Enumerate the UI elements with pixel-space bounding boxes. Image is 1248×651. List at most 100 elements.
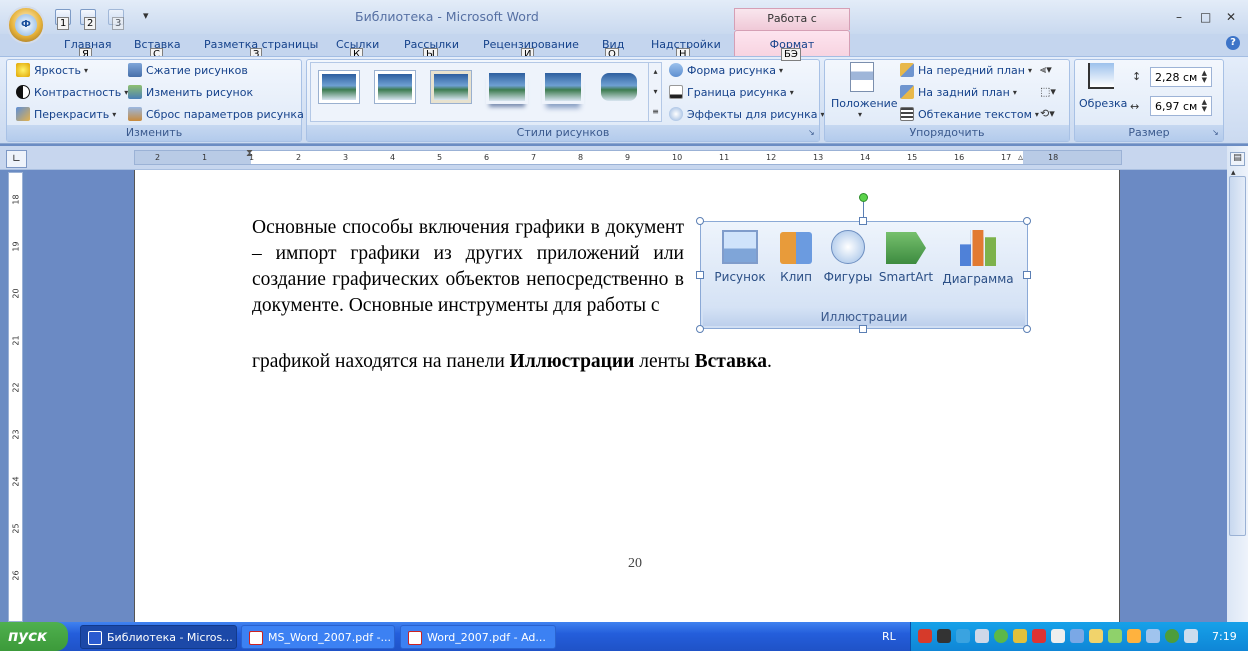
tray-hardware-icon[interactable] <box>1184 629 1198 643</box>
tray-folder-icon[interactable] <box>1089 629 1103 643</box>
minimize-button[interactable]: – <box>1176 10 1182 24</box>
tray-bluetooth-icon[interactable] <box>1146 629 1160 643</box>
picture-shape-button[interactable]: Форма рисунка ▾ <box>669 63 783 77</box>
spinner-arrows-icon[interactable]: ▲ ▼ <box>1202 70 1207 84</box>
chevron-down-icon: ▾ <box>1034 109 1039 119</box>
align-icon[interactable]: ⫷▾ <box>1040 63 1052 77</box>
task-word-active[interactable]: Библиотека - Micros... <box>80 625 237 649</box>
tray-antivirus-icon[interactable] <box>1165 629 1179 643</box>
tray-network-icon[interactable] <box>956 629 970 643</box>
resize-handle-se[interactable] <box>1023 325 1031 333</box>
tray-lock-icon[interactable] <box>1127 629 1141 643</box>
text-wrap-label: Обтекание текстом <box>918 107 1032 121</box>
chevron-down-icon: ▾ <box>778 65 783 75</box>
vertical-scrollbar[interactable]: ▤ ▴ <box>1227 146 1248 622</box>
recolor-button[interactable]: Перекрасить ▾ <box>16 107 116 121</box>
ruler-number: 18 <box>1048 153 1059 162</box>
picture-border-icon <box>669 85 683 99</box>
horizontal-ruler[interactable]: 2 1 1 2 3 4 5 6 7 8 9 10 11 12 13 14 15 16 17 18 <box>134 150 1122 165</box>
resize-handle-e[interactable] <box>1023 271 1031 279</box>
rotation-handle[interactable] <box>859 193 868 202</box>
picture-style-5[interactable] <box>542 70 584 104</box>
help-icon[interactable]: ? <box>1226 36 1240 50</box>
group-objects-icon[interactable]: ⬚▾ <box>1040 85 1056 98</box>
height-spinner[interactable]: 2,28 см ▲ ▼ <box>1150 67 1212 87</box>
compress-pictures-button[interactable]: Сжатие рисунков <box>128 63 248 77</box>
ruler-number: 6 <box>484 153 490 162</box>
task-pdf-2[interactable]: Word_2007.pdf - Ad... <box>400 625 556 649</box>
picture-style-3[interactable] <box>430 70 472 104</box>
picture-style-1[interactable] <box>318 70 360 104</box>
customize-quick-access-icon[interactable]: ▾ <box>143 9 149 22</box>
ruler-number: 4 <box>390 153 396 162</box>
tray-ati-icon[interactable] <box>937 629 951 643</box>
office-button[interactable]: Ф <box>7 6 45 44</box>
task-pdf-1[interactable]: MS_Word_2007.pdf -... <box>241 625 395 649</box>
tray-display-icon[interactable] <box>975 629 989 643</box>
group-arrange-caption: Упорядочить <box>825 125 1069 141</box>
start-button[interactable]: пуск <box>0 622 68 651</box>
width-spinner[interactable]: 6,97 см ▲ ▼ <box>1150 96 1212 116</box>
tab-selector[interactable]: ∟ <box>6 150 27 168</box>
contrast-button[interactable]: Контрастность ▾ <box>16 85 128 99</box>
gallery-scroll[interactable]: ▴ ▾ ≡ <box>648 62 662 122</box>
crop-button[interactable]: Обрезка <box>1079 97 1127 110</box>
resize-handle-sw[interactable] <box>696 325 704 333</box>
resize-handle-ne[interactable] <box>1023 217 1031 225</box>
right-indent-marker-icon[interactable]: ▵ <box>1018 152 1023 163</box>
tray-update-icon[interactable] <box>994 629 1008 643</box>
illustration-label: Диаграмма <box>942 272 1014 286</box>
paragraph-text[interactable]: Основные способы включения графики в док… <box>252 215 684 319</box>
resize-handle-w[interactable] <box>696 271 704 279</box>
spinner-arrows-icon[interactable]: ▲ ▼ <box>1202 99 1207 113</box>
crop-icon <box>1088 63 1114 89</box>
language-indicator[interactable]: RL <box>882 630 896 643</box>
picture-style-2[interactable] <box>374 70 416 104</box>
resize-handle-s[interactable] <box>859 325 867 333</box>
change-picture-button[interactable]: Изменить рисунок <box>128 85 253 99</box>
tray-security-icon[interactable] <box>1013 629 1027 643</box>
resize-handle-n[interactable] <box>859 217 867 225</box>
chevron-down-icon: ▾ <box>83 65 88 75</box>
picture-border-label: Граница рисунка <box>687 85 787 99</box>
shapes-icon <box>831 230 865 264</box>
picture-style-6[interactable] <box>598 70 640 104</box>
scroll-thumb[interactable] <box>1229 176 1246 536</box>
picture-border-button[interactable]: Граница рисунка ▾ <box>669 85 794 99</box>
illustration-label: Рисунок <box>714 270 766 284</box>
paragraph-last-line[interactable]: графикой находятся на панели Иллюстрации… <box>252 349 952 375</box>
change-picture-label: Изменить рисунок <box>146 85 254 99</box>
tray-volume-icon[interactable] <box>1051 629 1065 643</box>
text-run: ленты <box>634 351 695 372</box>
rotate-icon[interactable]: ⟲▾ <box>1040 107 1055 120</box>
picture-effects-button[interactable]: Эффекты для рисунка ▾ <box>669 107 825 121</box>
maximize-button[interactable]: □ <box>1200 10 1211 24</box>
dialog-launcher-icon[interactable]: ↘ <box>808 128 815 137</box>
view-ruler-icon[interactable]: ▤ <box>1230 152 1245 166</box>
recolor-label: Перекрасить <box>34 107 110 121</box>
selected-picture[interactable]: Рисунок Клип Фигуры SmartArt Диаграмма И… <box>700 221 1028 329</box>
ruler-number: 9 <box>625 153 631 162</box>
indent-marker-icon[interactable]: ⧗ <box>246 148 253 159</box>
send-to-back-button[interactable]: На задний план ▾ <box>900 85 1017 99</box>
picture-shape-icon <box>669 63 683 77</box>
position-button[interactable]: Положение <box>831 97 898 110</box>
vertical-ruler[interactable]: 18 19 20 21 22 23 24 25 26 <box>8 172 23 622</box>
ruler-number: 8 <box>578 153 584 162</box>
bring-to-front-button[interactable]: На передний план ▾ <box>900 63 1032 77</box>
tray-app-icon[interactable] <box>918 629 932 643</box>
reset-picture-button[interactable]: Сброс параметров рисунка <box>128 107 304 121</box>
tray-usb-icon[interactable] <box>1108 629 1122 643</box>
ruler-number: 5 <box>437 153 443 162</box>
picture-style-4[interactable] <box>486 70 528 104</box>
tray-sync-icon[interactable] <box>1070 629 1084 643</box>
text-wrapping-button[interactable]: Обтекание текстом ▾ <box>900 107 1039 121</box>
brightness-button[interactable]: Яркость ▾ <box>16 63 88 77</box>
dialog-launcher-icon[interactable]: ↘ <box>1212 128 1219 137</box>
contrast-icon <box>16 85 30 99</box>
picture-effects-label: Эффекты для рисунка <box>687 107 818 121</box>
resize-handle-nw[interactable] <box>696 217 704 225</box>
close-button[interactable]: ✕ <box>1226 10 1236 24</box>
picture-effects-icon <box>669 107 683 121</box>
tray-shield-icon[interactable] <box>1032 629 1046 643</box>
